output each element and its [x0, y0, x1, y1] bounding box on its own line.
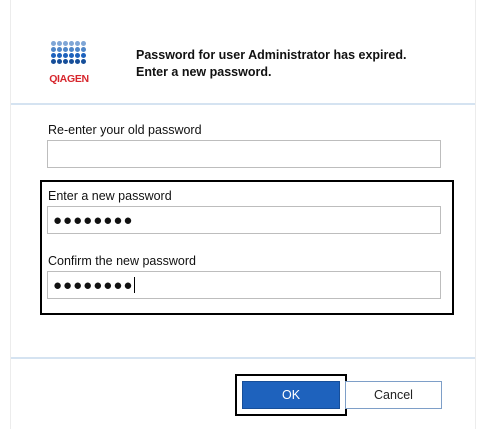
qiagen-logo: QIAGEN [49, 41, 89, 85]
new-password-value: ●●●●●●●● [53, 211, 134, 229]
header-divider [11, 103, 475, 105]
confirm-password-input[interactable]: ●●●●●●●● [47, 271, 441, 299]
new-password-label: Enter a new password [48, 189, 172, 203]
old-password-input[interactable] [47, 140, 441, 168]
old-password-label: Re-enter your old password [48, 123, 202, 137]
message-line-2: Enter a new password. [136, 65, 272, 79]
text-caret [134, 277, 136, 293]
logo-text: QIAGEN [49, 73, 89, 85]
message-line-1: Password for user Administrator has expi… [136, 48, 407, 62]
cancel-button[interactable]: Cancel [345, 381, 442, 409]
footer-divider [11, 357, 475, 359]
expired-message: Password for user Administrator has expi… [136, 47, 456, 81]
ok-button[interactable]: OK [242, 381, 340, 409]
confirm-password-label: Confirm the new password [48, 254, 196, 268]
new-password-input[interactable]: ●●●●●●●● [47, 206, 441, 234]
confirm-password-value: ●●●●●●●● [53, 276, 134, 294]
